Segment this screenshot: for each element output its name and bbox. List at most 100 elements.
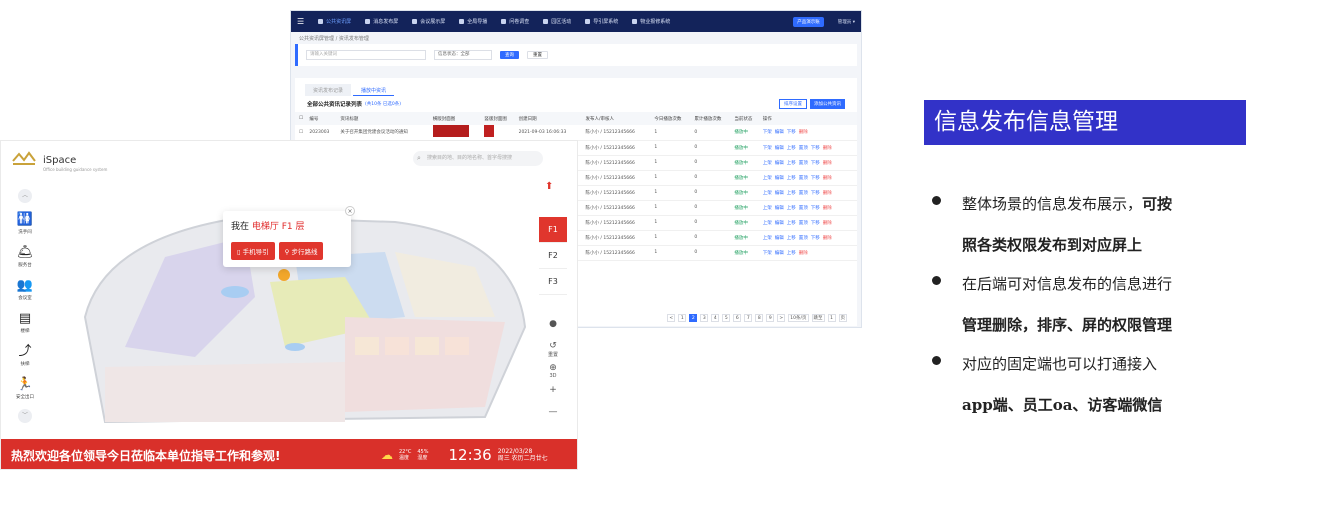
menu-icon[interactable]: ☰ xyxy=(297,17,304,26)
page-button[interactable]: 10条/页 xyxy=(788,314,809,322)
reset-button[interactable]: 重置 xyxy=(527,51,548,59)
row-action-link[interactable]: 编辑 xyxy=(775,161,784,166)
row-action-link[interactable]: 上架 xyxy=(763,161,772,166)
walk-route-button[interactable]: ⚲ 步行路线 xyxy=(278,242,324,260)
row-action-link[interactable]: 上移 xyxy=(787,221,796,226)
facility-button[interactable]: ⤴ 扶梯 xyxy=(9,339,41,372)
row-action-link[interactable]: 下移 xyxy=(787,130,796,135)
row-action-link[interactable]: 上移 xyxy=(787,206,796,211)
row-action-link[interactable]: 下架 xyxy=(763,251,772,256)
page-button[interactable]: < xyxy=(667,314,676,322)
row-action-link[interactable]: 编辑 xyxy=(775,176,784,181)
row-action-link[interactable]: 下移 xyxy=(811,191,820,196)
map-tool-button[interactable]: ● xyxy=(542,319,564,341)
row-action-link[interactable]: 删除 xyxy=(823,161,832,166)
floor-button[interactable]: F1 xyxy=(539,217,567,243)
row-action-link[interactable]: 编辑 xyxy=(775,236,784,241)
tab-publish-records[interactable]: 资讯发布记录 xyxy=(305,84,352,96)
row-action-link[interactable]: 下移 xyxy=(811,221,820,226)
page-button[interactable]: > xyxy=(777,314,786,322)
add-info-button[interactable]: 添加公共资讯 xyxy=(810,99,845,109)
row-action-link[interactable]: 上移 xyxy=(787,146,796,151)
facility-button[interactable]: ▤ 楼梯 xyxy=(9,306,41,339)
status-select[interactable]: 信息状态：全部 xyxy=(434,50,492,60)
sidebar-down-icon[interactable]: ﹀ xyxy=(18,409,32,423)
user-menu[interactable]: 管理员 ▾ xyxy=(838,19,855,25)
row-action-link[interactable]: 置顶 xyxy=(799,176,808,181)
floor-button[interactable]: F2 xyxy=(539,243,567,269)
page-button[interactable]: 1 xyxy=(827,314,836,322)
row-action-link[interactable]: 下移 xyxy=(811,146,820,151)
row-action-link[interactable]: 置顶 xyxy=(799,161,808,166)
row-action-link[interactable]: 上移 xyxy=(787,176,796,181)
row-action-link[interactable]: 下移 xyxy=(811,161,820,166)
row-action-link[interactable]: 上架 xyxy=(763,191,772,196)
facility-button[interactable]: 🛎 服务台 xyxy=(9,240,41,273)
table-row[interactable]: ☐ 2023003 关于召开集团党建会议活动的通知 2021-09-03 16:06:… xyxy=(295,125,857,141)
row-action-link[interactable]: 删除 xyxy=(823,206,832,211)
page-button[interactable]: 5 xyxy=(722,314,731,322)
row-action-link[interactable]: 删除 xyxy=(823,191,832,196)
row-action-link[interactable]: 删除 xyxy=(799,251,808,256)
row-action-link[interactable]: 下架 xyxy=(763,130,772,135)
page-button[interactable]: 9 xyxy=(766,314,775,322)
map-tool-button[interactable]: ⊕ 3D xyxy=(542,363,564,385)
row-action-link[interactable]: 置顶 xyxy=(799,206,808,211)
row-action-link[interactable]: 编辑 xyxy=(775,146,784,151)
query-button[interactable]: 查询 xyxy=(500,51,519,59)
row-action-link[interactable]: 删除 xyxy=(823,221,832,226)
row-action-link[interactable]: 上架 xyxy=(763,206,772,211)
row-action-link[interactable]: 上架 xyxy=(763,236,772,241)
row-action-link[interactable]: 下移 xyxy=(811,236,820,241)
row-action-link[interactable]: 上移 xyxy=(787,191,796,196)
map-tool-button[interactable]: + xyxy=(542,385,564,407)
row-action-link[interactable]: 删除 xyxy=(823,146,832,151)
row-action-link[interactable]: 置顶 xyxy=(799,146,808,151)
close-icon[interactable]: × xyxy=(345,206,355,216)
row-action-link[interactable]: 删除 xyxy=(823,176,832,181)
nav-item-public-info[interactable]: 公共资讯屏 xyxy=(318,18,351,25)
row-action-link[interactable]: 置顶 xyxy=(799,221,808,226)
row-action-link[interactable]: 编辑 xyxy=(775,191,784,196)
search-input[interactable]: 请输入关键词 xyxy=(306,50,426,60)
row-action-link[interactable]: 置顶 xyxy=(799,236,808,241)
tab-playing[interactable]: 播放中资讯 xyxy=(353,84,395,96)
row-action-link[interactable]: 下架 xyxy=(763,146,772,151)
phone-guide-button[interactable]: ▯ 手机导引 xyxy=(231,242,275,260)
floor-button[interactable]: F3 xyxy=(539,269,567,295)
row-action-link[interactable]: 上架 xyxy=(763,176,772,181)
row-action-link[interactable]: 编辑 xyxy=(775,251,784,256)
facility-button[interactable]: 👥 会议室 xyxy=(9,273,41,306)
page-button[interactable]: 4 xyxy=(711,314,720,322)
facility-button[interactable]: 🚻 洗手间 xyxy=(9,207,41,240)
destination-search-input[interactable]: ⌕ 搜索目的地、目的地名称、首字母搜搜 xyxy=(413,151,543,166)
row-action-link[interactable]: 编辑 xyxy=(775,130,784,135)
row-action-link[interactable]: 上移 xyxy=(787,161,796,166)
checkbox-column-header[interactable]: ☐ xyxy=(295,112,306,125)
row-action-link[interactable]: 置顶 xyxy=(799,191,808,196)
demo-account-button[interactable]: 产品演示账 xyxy=(793,16,824,27)
facility-button[interactable]: 🏃 安全出口 xyxy=(9,372,41,405)
page-button[interactable]: 2 xyxy=(689,314,698,322)
nav-item-message[interactable]: 消息发布屏 xyxy=(365,18,398,25)
row-action-link[interactable]: 上移 xyxy=(787,236,796,241)
row-action-link[interactable]: 删除 xyxy=(823,236,832,241)
row-action-link[interactable]: 编辑 xyxy=(775,206,784,211)
row-action-link[interactable]: 下移 xyxy=(811,206,820,211)
row-action-link[interactable]: 编辑 xyxy=(775,221,784,226)
map-tool-button[interactable]: ↺ 重置 xyxy=(542,341,564,363)
page-button[interactable]: 页 xyxy=(838,314,847,322)
nav-item-guide[interactable]: 导引屏系统 xyxy=(585,18,618,25)
page-button[interactable]: 3 xyxy=(700,314,709,322)
nav-item-meeting[interactable]: 会议展示屏 xyxy=(412,18,445,25)
page-button[interactable]: 7 xyxy=(744,314,753,322)
nav-item-broadcast[interactable]: 全局导播 xyxy=(459,18,487,25)
nav-item-repair[interactable]: 物业报修系统 xyxy=(632,18,670,25)
nav-item-activity[interactable]: 园区活动 xyxy=(543,18,571,25)
page-button[interactable]: 6 xyxy=(733,314,742,322)
row-action-link[interactable]: 上架 xyxy=(763,221,772,226)
page-button[interactable]: 8 xyxy=(755,314,764,322)
compass-icon[interactable]: ⬆ xyxy=(545,181,553,192)
page-button[interactable]: 跳至 xyxy=(811,314,825,322)
nav-item-survey[interactable]: 问卷调查 xyxy=(501,18,529,25)
